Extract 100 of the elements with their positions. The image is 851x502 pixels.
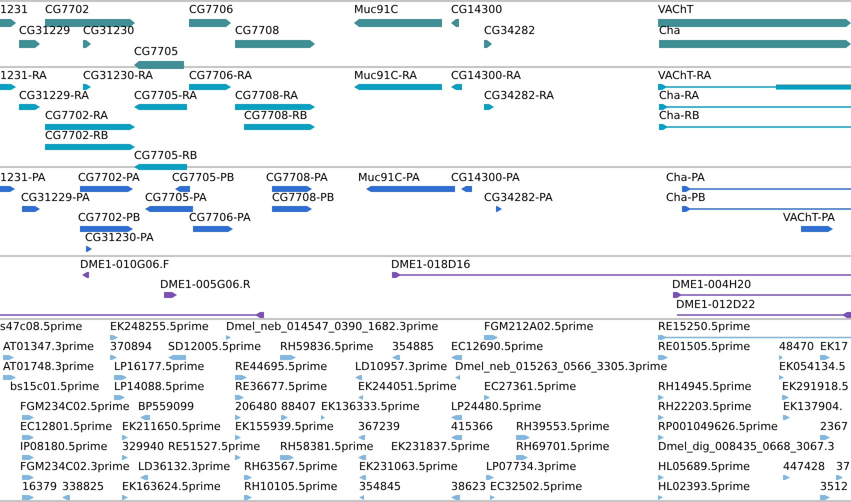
feature-label: CG7708-RA: [235, 89, 298, 103]
feature-label: Cha-PB: [666, 191, 706, 205]
feature-label: CG7705-PB: [172, 171, 234, 185]
feature-label: CG34282-PA: [484, 191, 553, 205]
feature-label: EC27361.5prime: [484, 380, 576, 394]
feature-label: Muc91C-PA: [358, 171, 420, 185]
feature-label: RP001049626.5prime: [658, 420, 778, 434]
feature-label: RH58381.5prime: [280, 440, 374, 454]
feature-label: 1231-PA: [0, 171, 46, 185]
feature-label: CG7702: [45, 3, 90, 17]
feature-label: 2367: [820, 420, 848, 434]
feature-label: LP24480.5prime: [451, 400, 542, 414]
feature-label: LD10957.3prime: [355, 360, 448, 374]
feature-label: RE44695.5prime: [235, 360, 328, 374]
feature-label: CG34282: [484, 24, 536, 38]
feature-label: RE36677.5prime: [235, 380, 328, 394]
feature-label: 48470: [779, 340, 814, 354]
feature-label: DME1-018D16: [391, 258, 470, 272]
feature-label: CG31229-PA: [21, 191, 90, 205]
feature-label: Muc91C-RA: [354, 69, 417, 83]
feature-label: EC12690.5prime: [451, 340, 544, 354]
feature-label: 38623: [451, 480, 486, 494]
feature-label: CG7708: [235, 24, 280, 38]
feature-label: EK244051.5prime: [358, 380, 457, 394]
feature-label: RH14945.5prime: [658, 380, 752, 394]
feature-label: EK231063.5prime: [359, 460, 458, 474]
feature-label: DME1-012D22: [676, 298, 756, 312]
feature-label: CG31230-RA: [83, 69, 153, 83]
feature-label: CG7708-RB: [244, 109, 308, 123]
feature-label: LD36132.3prime: [138, 460, 230, 474]
feature-label: FGM212A02.5prime: [484, 320, 594, 334]
feature-label: 3512: [820, 480, 848, 494]
feature-label: Dmel_neb_015263_0566_3305.3prime: [455, 360, 668, 374]
feature-label: LP14088.5prime: [114, 380, 204, 394]
feature-label: s47c08.5prime: [0, 320, 82, 334]
feature-label: CG7705: [134, 45, 178, 59]
feature-label: RE15250.5prime: [658, 320, 750, 334]
feature-label: 370894: [110, 340, 152, 354]
feature-label: 16379: [22, 480, 57, 494]
feature-label: EK137904.: [783, 400, 843, 414]
feature-label: CG7702-PB: [78, 211, 140, 225]
feature-label: Dmel_neb_014547_0390_1682.3prime: [226, 320, 438, 334]
feature-label: CG7705-PA: [145, 191, 207, 205]
feature-label: VAChT-PA: [783, 211, 835, 225]
feature-label: EK155939.5prime: [235, 420, 334, 434]
feature-label: CG31230-PA: [85, 231, 154, 245]
feature-label: 354885: [392, 340, 434, 354]
feature-label: RH69701.5prime: [516, 440, 610, 454]
feature-label: CG7708-PB: [272, 191, 334, 205]
feature-label: EK163624.5prime: [122, 480, 221, 494]
feature-label: 447428: [783, 460, 825, 474]
feature-label: EK231837.5prime: [391, 440, 490, 454]
feature-label: FGM234C02.5prime: [20, 400, 130, 414]
feature-label: Muc91C: [354, 3, 398, 17]
feature-label: AT01748.3prime: [3, 360, 94, 374]
feature-label: Cha-RB: [659, 109, 700, 123]
feature-label: EK291918.5: [782, 380, 849, 394]
feature-label: 338825: [62, 480, 104, 494]
feature-label: Cha-RA: [659, 89, 700, 103]
feature-label: CG7708-PA: [266, 171, 328, 185]
feature-label: CG14300-PA: [451, 171, 520, 185]
feature-label: AT01347.3prime: [3, 340, 94, 354]
feature-label: HL02393.5prime: [658, 480, 750, 494]
feature-label: CG7706-RA: [189, 69, 252, 83]
feature-label: IP08180.5prime: [20, 440, 108, 454]
feature-label: CG31229-RA: [19, 89, 89, 103]
feature-label: CG7706: [189, 3, 234, 17]
feature-label: HL05689.5prime: [658, 460, 750, 474]
feature-label: EK17: [820, 340, 848, 354]
feature-label: CG34282-RA: [484, 89, 554, 103]
feature-label: EK211650.5prime: [122, 420, 221, 434]
feature-label: EK248255.5prime: [110, 320, 209, 334]
feature-label: VAChT: [658, 3, 694, 17]
feature-label: RH10105.5prime: [244, 480, 338, 494]
feature-label: BP559099: [138, 400, 194, 414]
feature-label: Dmel_dig_008435_0668_3067.3: [658, 440, 835, 454]
feature-label: CG14300: [451, 3, 502, 17]
feature-label: CG31230: [83, 24, 134, 38]
feature-label: FGM234C02.3prime: [20, 460, 130, 474]
feature-label: CG7706-PA: [189, 211, 251, 225]
feature-label: CG7702-PA: [78, 171, 140, 185]
feature-label: DME1-010G06.F: [80, 258, 170, 272]
feature-label: EK136333.5prime: [321, 400, 420, 414]
feature-label: 329940: [122, 440, 164, 454]
feature-label: DME1-005G06.R: [160, 278, 251, 292]
feature-label: RH63567.5prime: [244, 460, 338, 474]
feature-label: 367239: [358, 420, 400, 434]
feature-label: CG7702-RA: [45, 109, 108, 123]
feature-label: LP07734.3prime: [486, 460, 576, 474]
feature-label: CG7705-RB: [134, 149, 198, 163]
feature-label: 206480: [235, 400, 277, 414]
feature-label: RE51527.5prime: [168, 440, 260, 454]
feature-label: RE01505.5prime: [658, 340, 750, 354]
feature-label: 415366: [451, 420, 493, 434]
feature-label: LP16177.5prime: [114, 360, 204, 374]
feature-label: CG14300-RA: [451, 69, 521, 83]
feature-label: DME1-004H20: [672, 278, 752, 292]
feature-label: EC12801.5prime: [20, 420, 112, 434]
feature-label: RH59836.5prime: [280, 340, 374, 354]
feature-label: Cha: [659, 24, 680, 38]
